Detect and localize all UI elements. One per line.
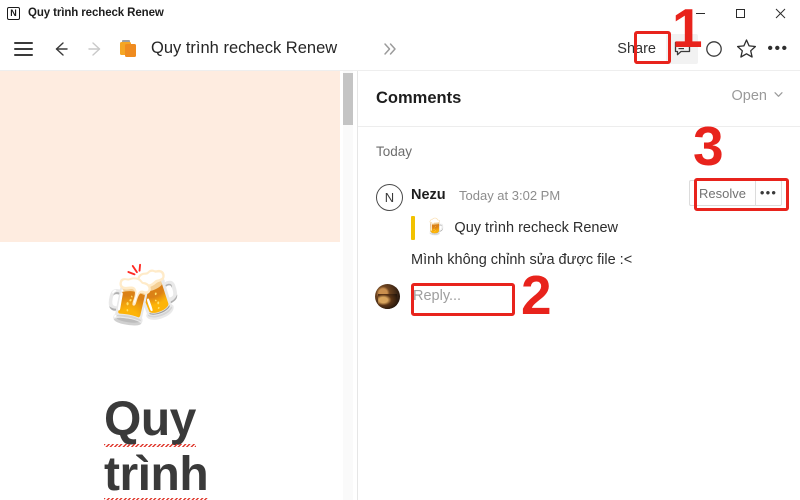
- reply-avatar: [375, 284, 400, 309]
- presence-circle-icon[interactable]: [698, 34, 730, 64]
- content-scrollbar[interactable]: [343, 71, 353, 500]
- quote-text: Quy trình recheck Renew: [454, 220, 619, 236]
- comments-pane: Comments Open Today N Nezu Today at 3:02…: [358, 71, 800, 500]
- chevron-double-right-icon[interactable]: [375, 26, 405, 71]
- reply-input[interactable]: Reply...: [406, 283, 516, 309]
- annotation-number-1: 1: [672, 0, 703, 59]
- annotation-number-2: 2: [521, 264, 552, 326]
- window-title: Quy trình recheck Renew: [28, 7, 164, 19]
- onenote-n-icon: N: [7, 6, 20, 20]
- resolve-control-group: Resolve •••: [689, 180, 782, 206]
- avatar: N: [376, 184, 403, 211]
- comment-quote: 🍺 Quy trình recheck Renew: [411, 216, 618, 240]
- quote-bar: [411, 216, 415, 240]
- hamburger-menu-icon[interactable]: [6, 32, 40, 66]
- close-button[interactable]: [760, 0, 800, 26]
- heading-line-1: Quy: [104, 393, 196, 447]
- back-arrow-icon[interactable]: [44, 32, 78, 66]
- comments-filter-dropdown[interactable]: Open: [732, 88, 784, 104]
- page-title: Quy trình recheck Renew: [151, 39, 338, 57]
- nav-left-group: Quy trình recheck Renew: [0, 26, 337, 71]
- notebook-icon: [118, 38, 140, 60]
- chevron-down-icon: [773, 88, 784, 104]
- more-horizontal-icon[interactable]: •••: [762, 34, 794, 64]
- resolve-button[interactable]: Resolve: [690, 181, 755, 205]
- page-banner: [0, 71, 340, 242]
- heading-line-2: trình: [104, 448, 209, 500]
- nav-right-group: Share •••: [617, 26, 800, 71]
- star-icon[interactable]: [730, 34, 762, 64]
- comments-day-group: Today: [376, 144, 413, 159]
- reply-placeholder: Reply...: [413, 288, 462, 304]
- share-button[interactable]: Share: [617, 41, 656, 57]
- comment-timestamp: Today at 3:02 PM: [459, 188, 561, 203]
- page-content: 🍻 Quy trình reche: [0, 71, 358, 500]
- comment-more-icon[interactable]: •••: [755, 181, 781, 205]
- more-dots-label: •••: [767, 39, 789, 57]
- scrollbar-thumb[interactable]: [343, 73, 353, 125]
- beer-mugs-emoji: 🍻: [104, 263, 182, 332]
- forward-arrow-icon[interactable]: [78, 32, 112, 66]
- onenote-window: N Quy trình recheck Renew Quy trình rech…: [0, 0, 800, 500]
- annotation-number-3: 3: [693, 115, 724, 177]
- comments-header: Comments Open: [358, 71, 800, 127]
- maximize-button[interactable]: [720, 0, 760, 26]
- beer-mug-emoji: 🍺: [425, 219, 446, 236]
- comments-heading: Comments: [376, 89, 462, 107]
- comment-author: Nezu: [411, 187, 446, 203]
- page-heading: Quy trình reche: [104, 393, 334, 500]
- comments-filter-label: Open: [731, 88, 767, 104]
